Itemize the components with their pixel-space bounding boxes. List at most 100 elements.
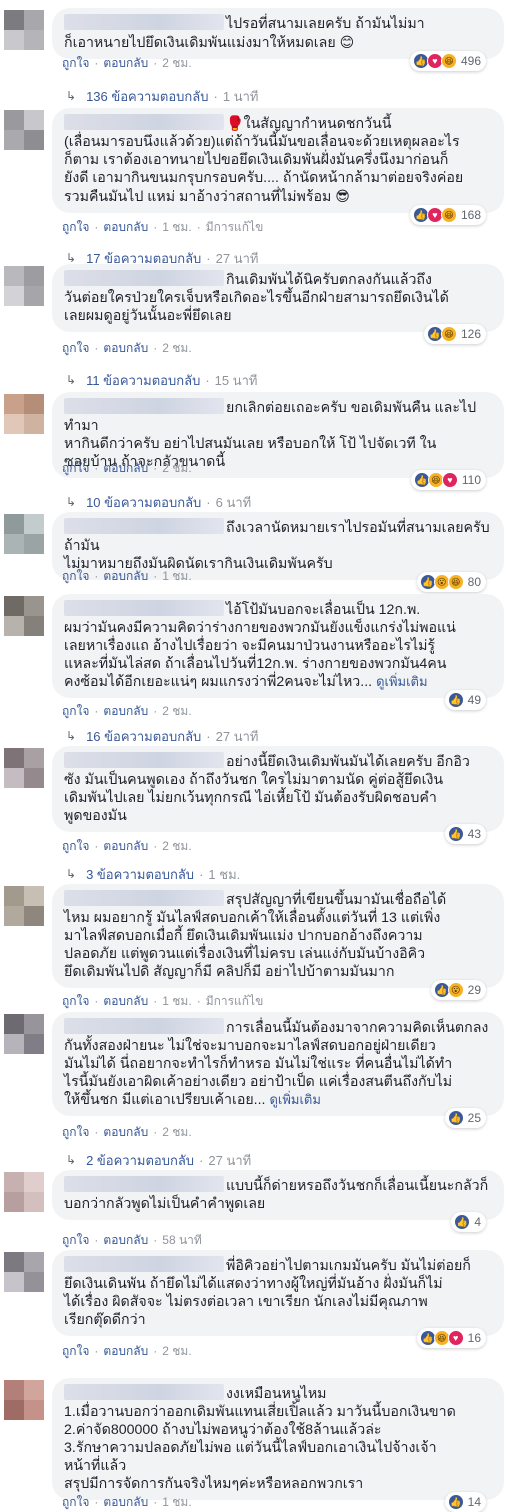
- avatar[interactable]: [4, 110, 44, 150]
- edited-label[interactable]: มีการแก้ไข: [206, 218, 264, 237]
- reaction-summary[interactable]: 👍 😮 😆 80: [416, 572, 486, 592]
- like-button[interactable]: ถูกใจ: [62, 837, 89, 856]
- avatar[interactable]: [4, 394, 44, 434]
- like-button[interactable]: ถูกใจ: [62, 567, 89, 586]
- reply-button[interactable]: ตอบกลับ: [103, 339, 148, 358]
- reaction-count: 4: [474, 1215, 481, 1229]
- avatar[interactable]: [4, 1014, 44, 1054]
- author-name-redacted[interactable]: [64, 270, 224, 286]
- separator: ·: [153, 569, 158, 583]
- author-name-redacted[interactable]: [64, 114, 224, 130]
- reply-button[interactable]: ตอบกลับ: [103, 702, 148, 721]
- avatar[interactable]: [4, 748, 44, 788]
- like-button[interactable]: ถูกใจ: [62, 218, 89, 237]
- author-name-redacted[interactable]: [64, 1256, 224, 1272]
- reaction-summary[interactable]: 👍 ♥ 😆 496: [409, 51, 486, 71]
- timestamp[interactable]: 2 ชม.: [162, 702, 191, 721]
- author-name-redacted[interactable]: [64, 600, 224, 616]
- timestamp[interactable]: 2 ชม.: [162, 837, 191, 856]
- view-replies-link[interactable]: ↳ 3 ข้อความตอบกลับ · 1 ชม.: [66, 866, 240, 882]
- replies-count: 10 ข้อความตอบกลับ: [86, 494, 202, 510]
- reaction-summary[interactable]: 👍 43: [444, 824, 486, 844]
- avatar[interactable]: [4, 596, 44, 636]
- avatar[interactable]: [4, 1252, 44, 1292]
- author-name-redacted[interactable]: [64, 752, 224, 768]
- replies-count: 136 ข้อความตอบกลับ: [86, 88, 209, 104]
- author-name-redacted[interactable]: [64, 518, 224, 534]
- avatar[interactable]: [4, 886, 44, 926]
- avatar[interactable]: [4, 266, 44, 306]
- see-more-link[interactable]: ดูเพิ่มเติม: [269, 1092, 320, 1107]
- reaction-summary[interactable]: 👍 4: [451, 1212, 486, 1232]
- author-name-redacted[interactable]: [64, 1018, 224, 1034]
- comment-actions: ถูกใจ · ตอบกลับ · 1 ชม. · มีการแก้ไข: [62, 219, 263, 235]
- timestamp[interactable]: 1 ชม.: [162, 567, 191, 586]
- view-replies-link[interactable]: ↳ 10 ข้อความตอบกลับ · 6 นาที: [66, 494, 251, 510]
- like-reaction-icon: 👍: [447, 692, 464, 708]
- like-button[interactable]: ถูกใจ: [62, 1493, 89, 1512]
- reply-button[interactable]: ตอบกลับ: [103, 1493, 148, 1512]
- separator: ·: [94, 1495, 99, 1509]
- like-button[interactable]: ถูกใจ: [62, 339, 89, 358]
- author-name-redacted[interactable]: [64, 1384, 224, 1400]
- see-more-link[interactable]: ดูเพิ่มเติม: [376, 674, 427, 689]
- like-button[interactable]: ถูกใจ: [62, 54, 89, 73]
- like-button[interactable]: ถูกใจ: [62, 1342, 89, 1361]
- avatar[interactable]: [4, 1380, 44, 1420]
- comment-bubble: งงเหมือนหนูไหม 1.เมื่อวานบอกว่าออกเดิมพั…: [52, 1378, 504, 1512]
- reaction-summary[interactable]: 👍 😮 29: [430, 980, 486, 1000]
- avatar[interactable]: [4, 10, 44, 50]
- timestamp[interactable]: 2 ชม.: [162, 54, 191, 73]
- reply-button[interactable]: ตอบกลับ: [103, 1342, 148, 1361]
- separator: ·: [94, 839, 99, 853]
- timestamp[interactable]: 1 ชม.: [162, 992, 191, 1011]
- avatar[interactable]: [4, 514, 44, 554]
- timestamp[interactable]: 2 ชม.: [162, 1123, 191, 1142]
- like-button[interactable]: ถูกใจ: [62, 702, 89, 721]
- reply-button[interactable]: ตอบกลับ: [103, 218, 148, 237]
- view-replies-link[interactable]: ↳ 11 ข้อความตอบกลับ · 15 นาที: [66, 372, 258, 388]
- timestamp[interactable]: 2 ชม.: [162, 339, 191, 358]
- reply-button[interactable]: ตอบกลับ: [103, 54, 148, 73]
- reaction-summary[interactable]: 👍 😆 126: [423, 324, 486, 344]
- reply-button[interactable]: ตอบกลับ: [103, 459, 148, 478]
- like-button[interactable]: ถูกใจ: [62, 992, 89, 1011]
- like-button[interactable]: ถูกใจ: [62, 459, 89, 478]
- author-name-redacted[interactable]: [64, 398, 224, 414]
- author-name-redacted[interactable]: [64, 890, 224, 906]
- view-replies-link[interactable]: ↳ 136 ข้อความตอบกลับ · 1 นาที: [66, 88, 258, 104]
- reply-button[interactable]: ตอบกลับ: [103, 567, 148, 586]
- emoji: 😊: [339, 34, 355, 50]
- reaction-summary[interactable]: 👍 25: [444, 1108, 486, 1128]
- separator: ·: [94, 1344, 99, 1358]
- separator: ·: [199, 866, 204, 882]
- avatar[interactable]: [4, 1172, 44, 1212]
- timestamp[interactable]: 1 ชม.: [162, 1493, 191, 1512]
- reaction-count: 49: [467, 693, 481, 707]
- separator: ·: [196, 994, 201, 1008]
- author-name-redacted[interactable]: [64, 14, 224, 30]
- reply-button[interactable]: ตอบกลับ: [103, 992, 148, 1011]
- reply-button[interactable]: ตอบกลับ: [103, 837, 148, 856]
- like-button[interactable]: ถูกใจ: [62, 1231, 89, 1250]
- timestamp[interactable]: 58 นาที: [162, 1231, 202, 1250]
- edited-label[interactable]: มีการแก้ไข: [206, 992, 264, 1011]
- author-name-redacted[interactable]: [64, 1176, 224, 1192]
- view-replies-link[interactable]: ↳ 16 ข้อความตอบกลับ · 27 นาที: [66, 728, 258, 744]
- separator: ·: [205, 372, 210, 388]
- reaction-summary[interactable]: 👍 ♥ 😆 168: [409, 205, 486, 225]
- reaction-summary[interactable]: 👍 😆 ♥ 16: [416, 1328, 486, 1348]
- timestamp[interactable]: 2 ชม.: [162, 459, 191, 478]
- reaction-summary[interactable]: 👍 14: [444, 1492, 486, 1512]
- comment-bubble: ไปรอที่สนามเลยครับ ถ้ามันไม่มา ก็เอาหนาย…: [52, 8, 504, 71]
- like-button[interactable]: ถูกใจ: [62, 1123, 89, 1142]
- reply-button[interactable]: ตอบกลับ: [103, 1123, 148, 1142]
- timestamp[interactable]: 1 ชม.: [162, 218, 191, 237]
- comment-actions: ถูกใจ · ตอบกลับ · 58 นาที: [62, 1232, 202, 1248]
- reaction-summary[interactable]: 👍 49: [444, 690, 486, 710]
- separator: ·: [153, 1344, 158, 1358]
- view-replies-link[interactable]: ↳ 2 ข้อความตอบกลับ · 27 นาที: [66, 1152, 251, 1168]
- reaction-summary[interactable]: 👍 😆 ♥ 110: [410, 470, 486, 490]
- timestamp[interactable]: 2 ชม.: [162, 1342, 191, 1361]
- reply-button[interactable]: ตอบกลับ: [103, 1231, 148, 1250]
